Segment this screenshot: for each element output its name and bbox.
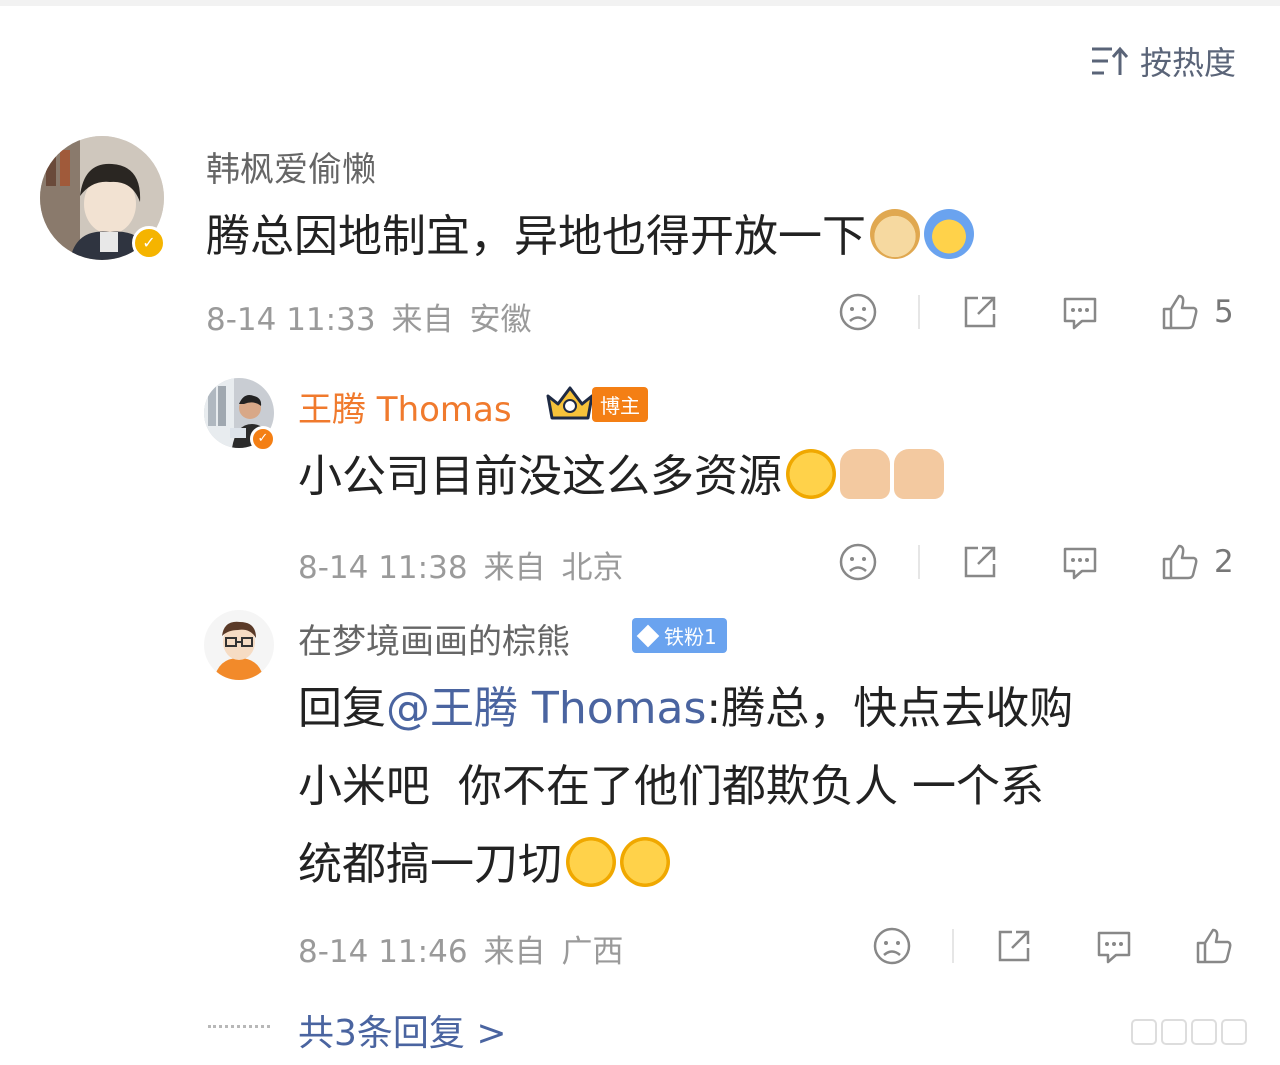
fan-badge: 铁粉1: [632, 618, 727, 653]
comment-icon[interactable]: [1060, 292, 1100, 332]
blogger-tag: 博主: [592, 386, 648, 422]
location: 广西: [561, 934, 624, 970]
comment-icon[interactable]: [1094, 926, 1134, 966]
comment-meta: 8-14 11:33 来自 安徽: [206, 294, 548, 339]
sort-icon: [1091, 46, 1128, 75]
verified-badge-icon: ✓: [250, 426, 276, 452]
crying-emoji-icon: [620, 837, 670, 887]
dislike-face-icon[interactable]: [872, 926, 912, 966]
timestamp: 8-14 11:33: [206, 302, 376, 338]
mention-link[interactable]: @王腾 Thomas: [386, 683, 706, 734]
avatar[interactable]: [204, 610, 274, 680]
like-count: 5: [1214, 294, 1234, 330]
comment-actions: 5: [838, 292, 1234, 332]
dislike-face-icon[interactable]: [838, 542, 878, 582]
dotted-divider: [208, 1025, 270, 1031]
fan-tag: 铁粉1: [664, 625, 717, 649]
comment-actions: 2: [838, 542, 1234, 582]
comment-text: 腾总因地制宜，异地也得开放一下: [206, 198, 974, 276]
reply-prefix: 回复: [298, 683, 386, 734]
blogger-badge: 博主: [544, 384, 648, 424]
from-label: 来自: [483, 934, 546, 970]
sort-label: 按热度: [1139, 44, 1236, 82]
timestamp: 8-14 11:38: [298, 550, 468, 586]
pray-hands-emoji-icon: [840, 449, 890, 499]
doge-emoji-icon: [870, 209, 920, 259]
comment-meta: 8-14 11:38 来自 北京: [298, 542, 640, 587]
divider: [918, 295, 920, 329]
share-icon[interactable]: [960, 542, 1000, 582]
location: 北京: [561, 550, 624, 586]
dislike-face-icon[interactable]: [838, 292, 878, 332]
divider: [918, 545, 920, 579]
username[interactable]: 王腾 Thomas: [298, 382, 512, 431]
pray-hands-emoji-icon: [894, 449, 944, 499]
laugh-cry-emoji-icon: [786, 449, 836, 499]
like-icon[interactable]: [1160, 292, 1200, 332]
timestamp: 8-14 11:46: [298, 934, 468, 970]
verified-badge-icon: ✓: [132, 226, 166, 260]
share-icon[interactable]: [994, 926, 1034, 966]
crown-icon: [546, 386, 594, 420]
username[interactable]: 在梦境画画的棕熊: [298, 614, 570, 663]
share-icon[interactable]: [960, 292, 1000, 332]
like-icon[interactable]: [1194, 926, 1234, 966]
comment-icon[interactable]: [1060, 542, 1100, 582]
sort-by-hot-button[interactable]: 按热度: [1090, 38, 1236, 84]
comment-text: 回复@王腾 Thomas:腾总，快点去收购 小米吧 你不在了他们都欺负人 一个系…: [298, 683, 1074, 890]
diamond-icon: [636, 624, 660, 647]
crying-emoji-icon: [566, 837, 616, 887]
from-label: 来自: [391, 302, 454, 338]
location: 安徽: [469, 302, 532, 338]
watermark-logo: [1131, 1019, 1247, 1045]
comment-actions: [872, 926, 1234, 966]
username[interactable]: 韩枫爱偷懒: [206, 142, 376, 191]
like-icon[interactable]: [1160, 542, 1200, 582]
top-divider: [0, 0, 1280, 6]
more-replies-link[interactable]: 共3条回复 >: [298, 1004, 507, 1056]
comment-meta: 8-14 11:46 来自 广西: [298, 926, 640, 971]
divider: [952, 929, 954, 963]
raise-hand-emoji-icon: [924, 209, 974, 259]
comment-text: 小公司目前没这么多资源: [298, 438, 944, 516]
from-label: 来自: [483, 550, 546, 586]
like-count: 2: [1214, 544, 1234, 580]
